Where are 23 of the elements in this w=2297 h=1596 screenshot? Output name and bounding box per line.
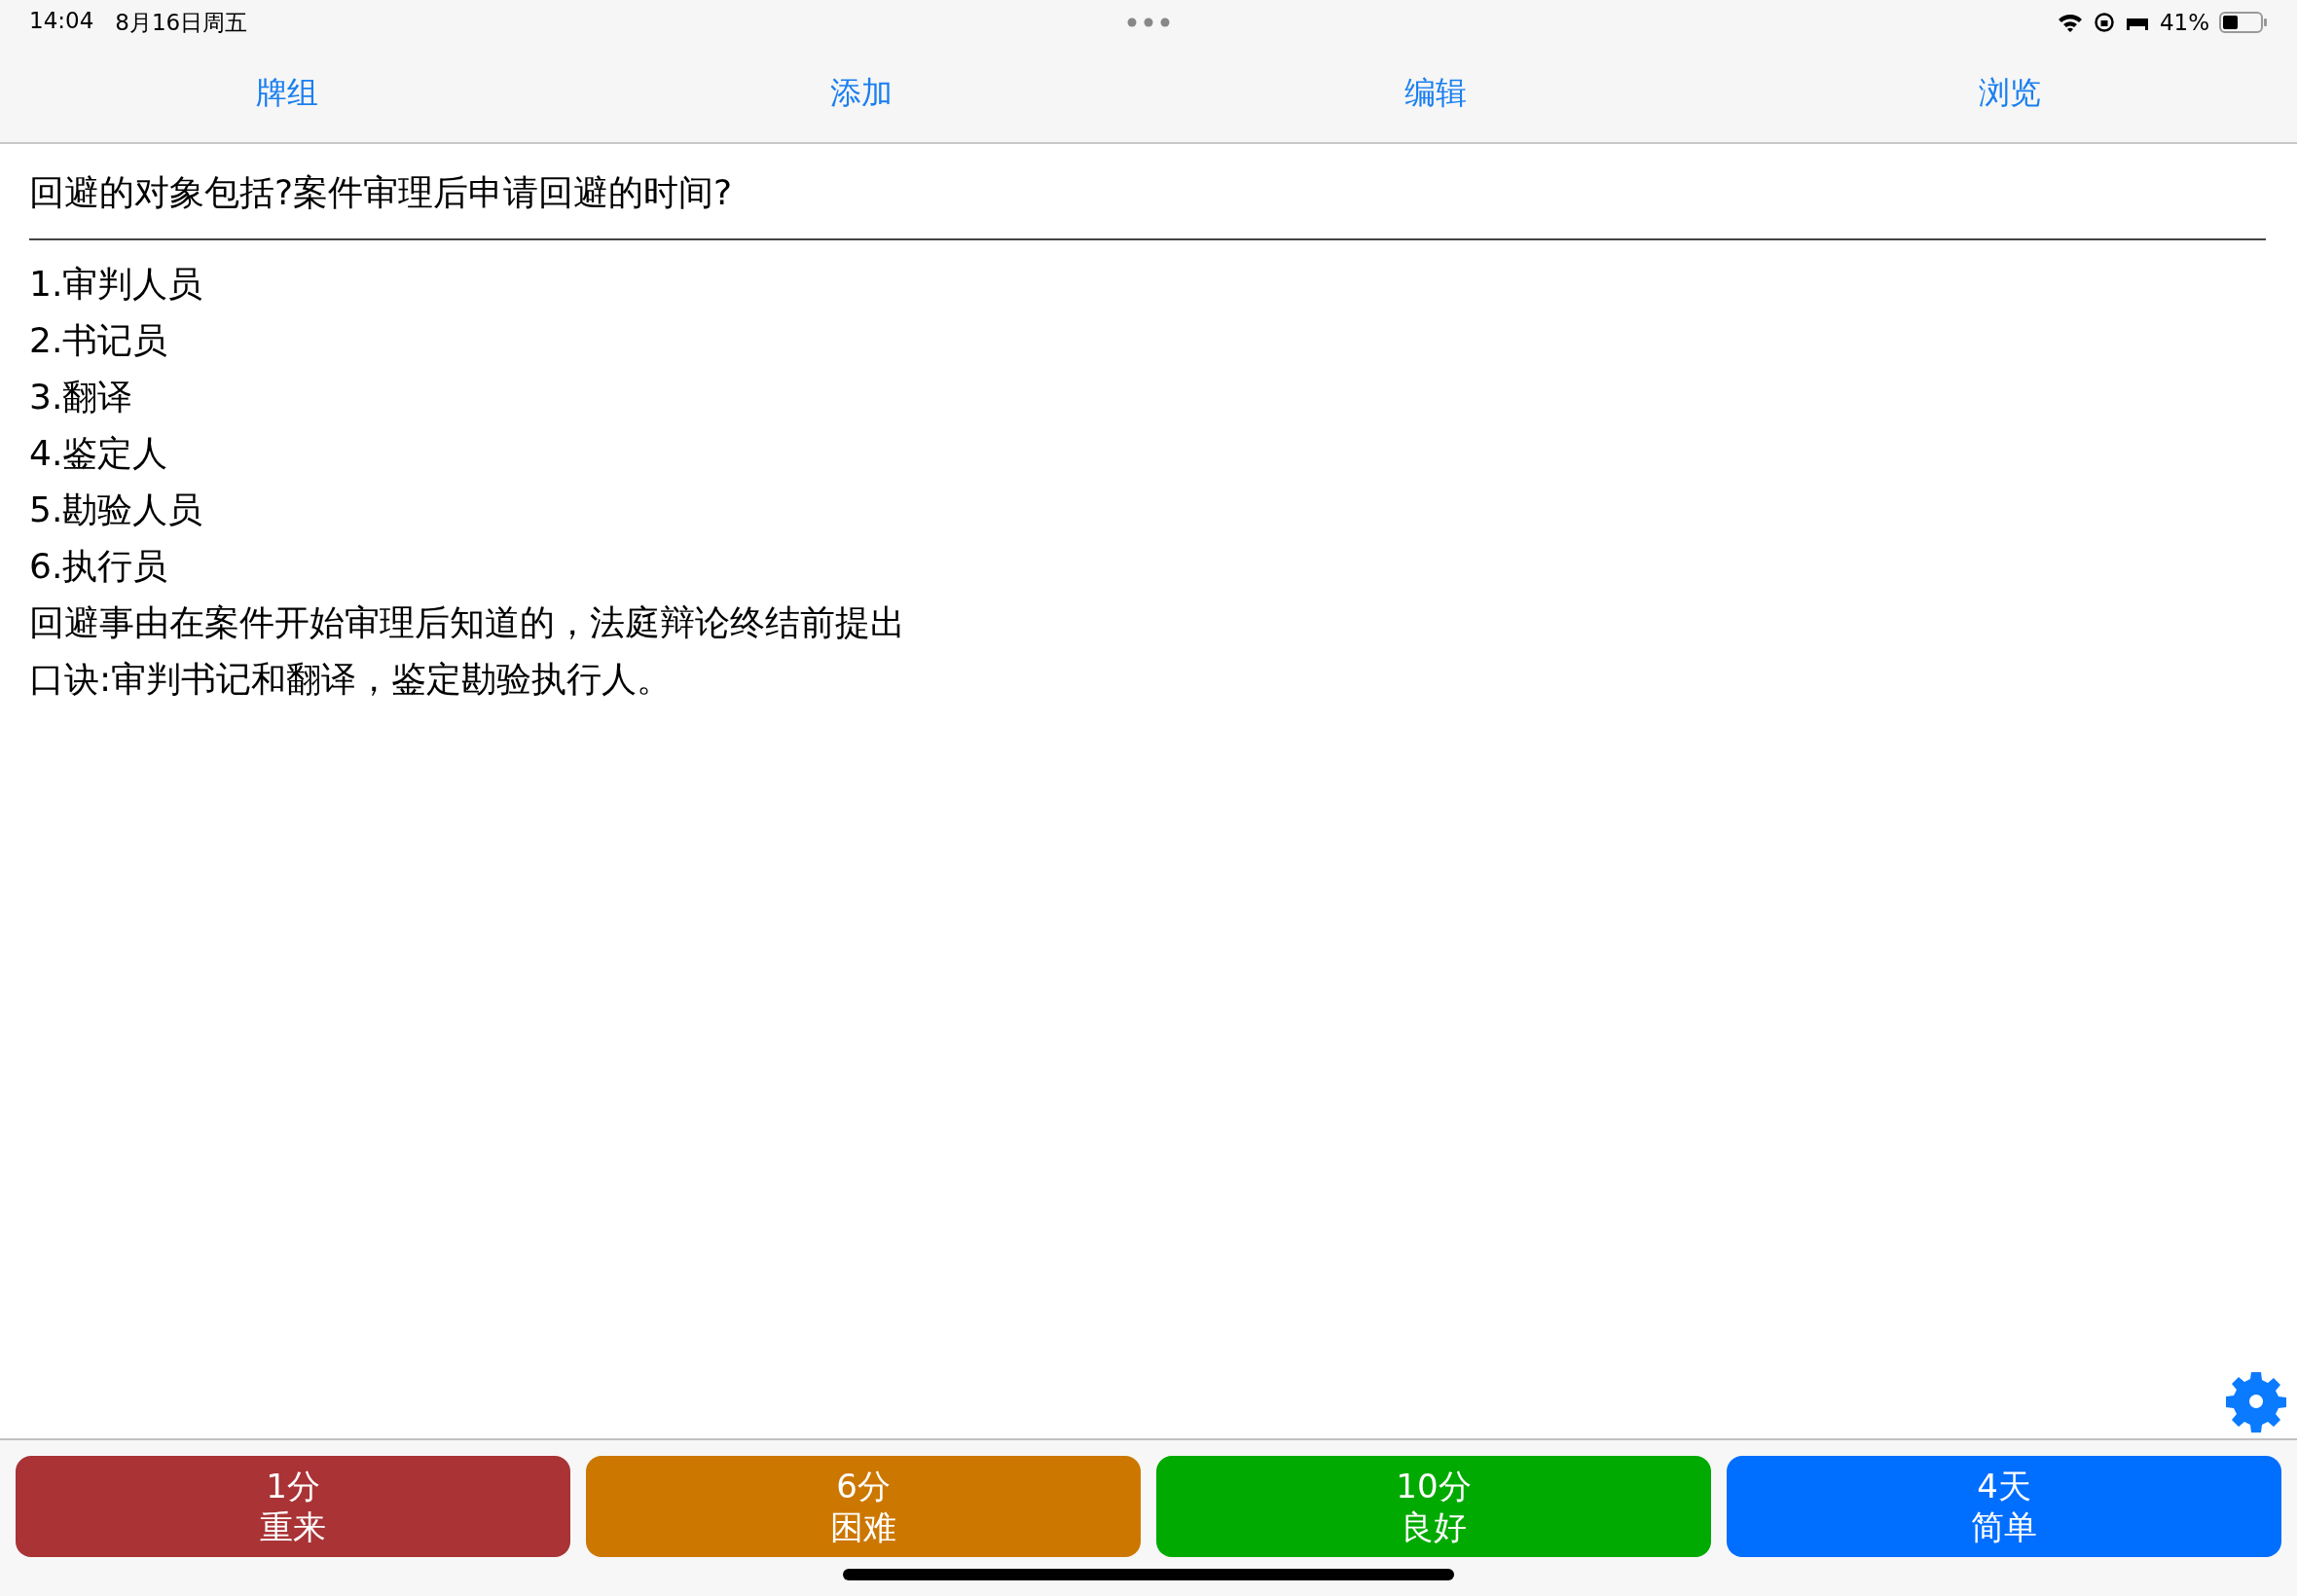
answer-line: 5.勘验人员 [29, 489, 204, 531]
nav-tab[interactable]: 浏览 [1967, 66, 2053, 121]
battery-percentage: 41% [2159, 10, 2209, 35]
answer-button[interactable]: 6分 困难 [586, 1456, 1141, 1557]
settings-icon[interactable] [2225, 1370, 2287, 1433]
answer-line: 3.翻译 [29, 376, 134, 418]
nav-tab[interactable]: 牌组 [244, 66, 330, 121]
answer-line: 4.鉴定人 [29, 432, 169, 475]
answer-button[interactable]: 1分 重来 [16, 1456, 570, 1557]
more-dots-icon[interactable] [1127, 18, 1170, 27]
answer-button[interactable]: 10分 良好 [1156, 1456, 1711, 1557]
answer-line: 1.审判人员 [29, 263, 204, 306]
question-text: 回避的对象包括?案件审理后申请回避的时间? [29, 144, 2266, 240]
answer-line: 口诀:审判书记和翻译，鉴定勘验执行人。 [29, 658, 674, 701]
status-time: 14:04 [29, 7, 94, 35]
answer-line: 回避事由在案件开始审理后知道的，法庭辩论终结前提出 [29, 601, 906, 644]
answer-line: 6.执行员 [29, 545, 169, 588]
nav-tab[interactable]: 编辑 [1393, 66, 1478, 121]
status-date: 8月16日周五 [115, 8, 248, 37]
answer-line: 2.书记员 [29, 319, 169, 362]
answer-button[interactable]: 4天 简单 [1727, 1456, 2281, 1557]
battery-icon [2219, 12, 2268, 33]
nav-tab[interactable]: 添加 [819, 66, 904, 121]
